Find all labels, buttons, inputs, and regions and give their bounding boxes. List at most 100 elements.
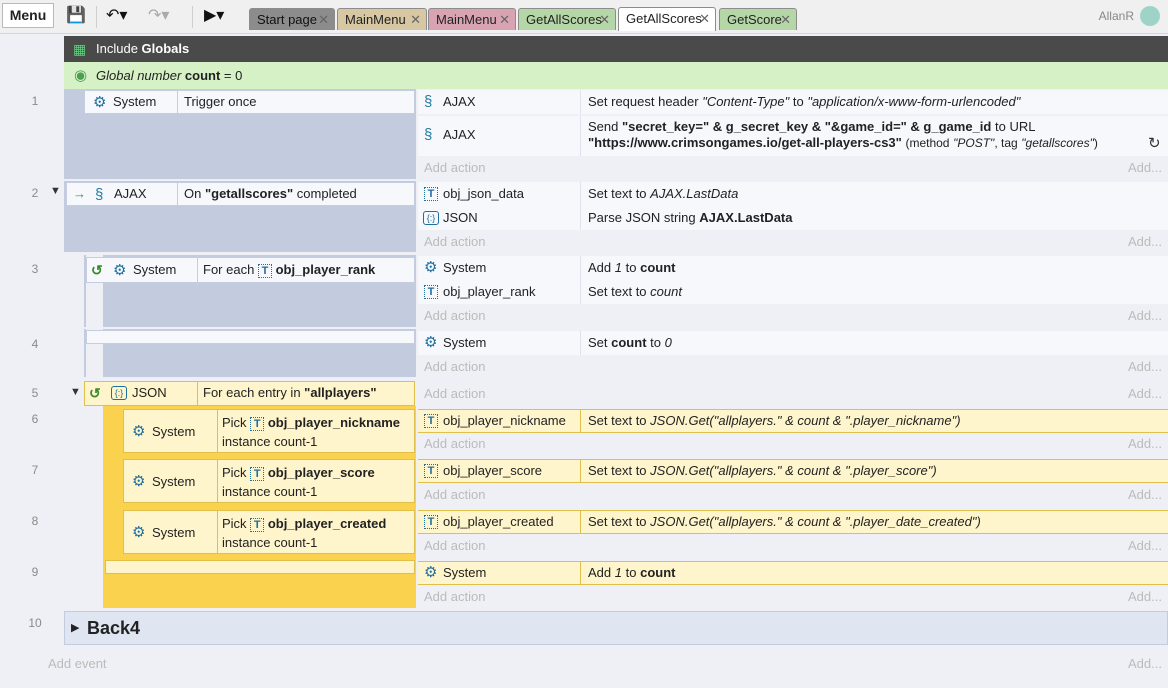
action-param: JSON.Get("allplayers." & count & ".playe… <box>650 413 961 428</box>
expand-arrow-icon[interactable]: ▶ <box>71 621 79 634</box>
condition-text: completed <box>296 186 357 201</box>
add-action-link[interactable]: Add action <box>424 535 485 557</box>
undo-icon[interactable]: ↶▾ <box>106 7 127 25</box>
add-action-link[interactable]: Add action <box>424 356 485 378</box>
event-8-action-1[interactable]: T obj_player_created Set text to JSON.Ge… <box>418 510 1168 534</box>
add-action-link[interactable]: Add action <box>424 383 485 405</box>
action-param: "secret_key=" & g_secret_key & "&game_id… <box>622 119 992 134</box>
event-number: 5 <box>31 386 39 400</box>
global-variable-row[interactable]: ◉ Global number count = 0 <box>64 62 1168 89</box>
include-row[interactable]: ▦ Include Globals <box>64 36 1168 62</box>
event-1-condition[interactable]: ⚙ System Trigger once <box>84 90 415 114</box>
json-icon: {:} <box>423 211 439 225</box>
menu-button[interactable]: Menu <box>2 3 54 28</box>
event-6-action-1[interactable]: T obj_player_nickname Set text to JSON.G… <box>418 409 1168 433</box>
global-var-value: = 0 <box>223 68 243 83</box>
add-link[interactable]: Add... <box>1128 157 1162 179</box>
add-link[interactable]: Add... <box>1128 356 1162 378</box>
condition-text: Pick <box>222 415 247 430</box>
event-number: 10 <box>28 616 42 630</box>
add-link[interactable]: Add... <box>1128 653 1162 675</box>
add-link[interactable]: Add... <box>1128 305 1162 327</box>
add-action-link[interactable]: Add action <box>424 157 485 179</box>
event-1-action-2[interactable]: § AJAX Send "secret_key=" & g_secret_key… <box>418 116 1168 156</box>
condition-text: Trigger once <box>184 94 257 109</box>
close-icon[interactable]: ✕ <box>499 9 510 30</box>
tab-getallscores-1[interactable]: GetAllScores ✕ <box>518 8 616 30</box>
play-icon[interactable]: ▶▾ <box>204 7 224 25</box>
action-param: 1 <box>614 565 622 580</box>
close-icon[interactable]: ✕ <box>318 9 329 30</box>
action-object: JSON <box>443 210 478 225</box>
add-link[interactable]: Add... <box>1128 484 1162 506</box>
action-text: Set text to <box>588 186 647 201</box>
add-link[interactable]: Add... <box>1128 383 1162 405</box>
close-icon[interactable]: ✕ <box>410 9 421 30</box>
gear-icon: ⚙ <box>132 473 146 490</box>
user-name: AllanR <box>1098 9 1134 23</box>
add-action-link[interactable]: Add action <box>424 586 485 608</box>
action-param: "getallscores" <box>1021 136 1094 150</box>
event-9-action-1[interactable]: ⚙ System Add 1 to count <box>418 561 1168 585</box>
close-icon[interactable]: ✕ <box>699 8 710 29</box>
action-text: Set text to <box>588 284 647 299</box>
event-4-action-1[interactable]: ⚙ System Set count to 0 <box>418 331 1168 355</box>
save-icon[interactable]: 💾 <box>66 7 86 25</box>
event-3-action-2[interactable]: T obj_player_rank Set text to count <box>418 280 1168 304</box>
event-2-condition[interactable]: → § AJAX On "getallscores" completed <box>66 182 415 206</box>
tab-start-page[interactable]: Start page ✕ <box>249 8 335 30</box>
add-link[interactable]: Add... <box>1128 586 1162 608</box>
sheet-icon: ▦ <box>73 41 87 57</box>
add-action-link[interactable]: Add action <box>424 305 485 327</box>
condition-text: On <box>184 186 202 201</box>
event-2-action-1[interactable]: T obj_json_data Set text to AJAX.LastDat… <box>418 182 1168 206</box>
add-action-link[interactable]: Add action <box>424 433 485 455</box>
json-icon: {:} <box>111 386 127 400</box>
event-7-condition[interactable]: ⚙ System Pick T obj_player_score instanc… <box>123 459 415 503</box>
event-1-action-1[interactable]: § AJAX Set request header "Content-Type"… <box>418 90 1168 114</box>
event-number: 6 <box>31 412 39 426</box>
async-icon: ↻ <box>1148 135 1161 152</box>
action-param: "POST" <box>953 136 995 150</box>
tab-getallscores-active[interactable]: GetAllScores ✕ <box>618 7 716 31</box>
add-link[interactable]: Add... <box>1128 433 1162 455</box>
action-object: obj_json_data <box>443 186 524 201</box>
add-link[interactable]: Add... <box>1128 535 1162 557</box>
event-8-condition[interactable]: ⚙ System Pick T obj_player_created insta… <box>123 510 415 554</box>
text-object-icon: T <box>424 285 438 299</box>
add-event-link[interactable]: Add event <box>48 653 107 675</box>
action-text: Add <box>588 260 612 275</box>
tab-getscore[interactable]: GetScore ✕ <box>719 8 797 30</box>
collapse-arrow-icon[interactable]: ▼ <box>50 185 61 197</box>
tab-label: GetAllScores <box>526 12 602 27</box>
action-param: count <box>640 565 676 580</box>
event-2-action-2[interactable]: {:} JSON Parse JSON string AJAX.LastData <box>418 206 1168 230</box>
event-4-condition[interactable] <box>86 330 415 344</box>
add-link[interactable]: Add... <box>1128 231 1162 253</box>
tab-mainmenu-2[interactable]: MainMenu ✕ <box>428 8 516 30</box>
condition-text: For each entry in <box>203 385 301 400</box>
close-icon[interactable]: ✕ <box>599 9 610 30</box>
group-back4[interactable]: ▶ Back4 <box>64 611 1168 645</box>
globe-icon: ◉ <box>74 67 88 84</box>
event-6-condition[interactable]: ⚙ System Pick T obj_player_nickname inst… <box>123 409 415 453</box>
collapse-arrow-icon[interactable]: ▼ <box>70 386 81 398</box>
text-object-icon: T <box>424 187 438 201</box>
event-3-condition[interactable]: ↺ ⚙ System For each T obj_player_rank <box>86 257 415 283</box>
event-number: 9 <box>31 565 39 579</box>
tab-mainmenu-1[interactable]: MainMenu ✕ <box>337 8 427 30</box>
event-7-action-1[interactable]: T obj_player_score Set text to JSON.Get(… <box>418 459 1168 483</box>
add-action-link[interactable]: Add action <box>424 231 485 253</box>
action-text: Set text to <box>588 463 647 478</box>
avatar[interactable] <box>1140 6 1160 26</box>
ajax-icon: § <box>424 93 433 110</box>
tab-label: GetScore <box>727 12 782 27</box>
loop-icon: ↺ <box>91 262 103 278</box>
add-action-link[interactable]: Add action <box>424 484 485 506</box>
event-3-action-1[interactable]: ⚙ System Add 1 to count <box>418 256 1168 280</box>
event-5-condition[interactable]: ↺ {:} JSON For each entry in "allplayers… <box>84 381 415 406</box>
event-9-condition[interactable] <box>105 560 415 574</box>
redo-icon[interactable]: ↷▾ <box>148 7 169 25</box>
condition-param: obj_player_score <box>267 465 375 480</box>
close-icon[interactable]: ✕ <box>780 9 791 30</box>
